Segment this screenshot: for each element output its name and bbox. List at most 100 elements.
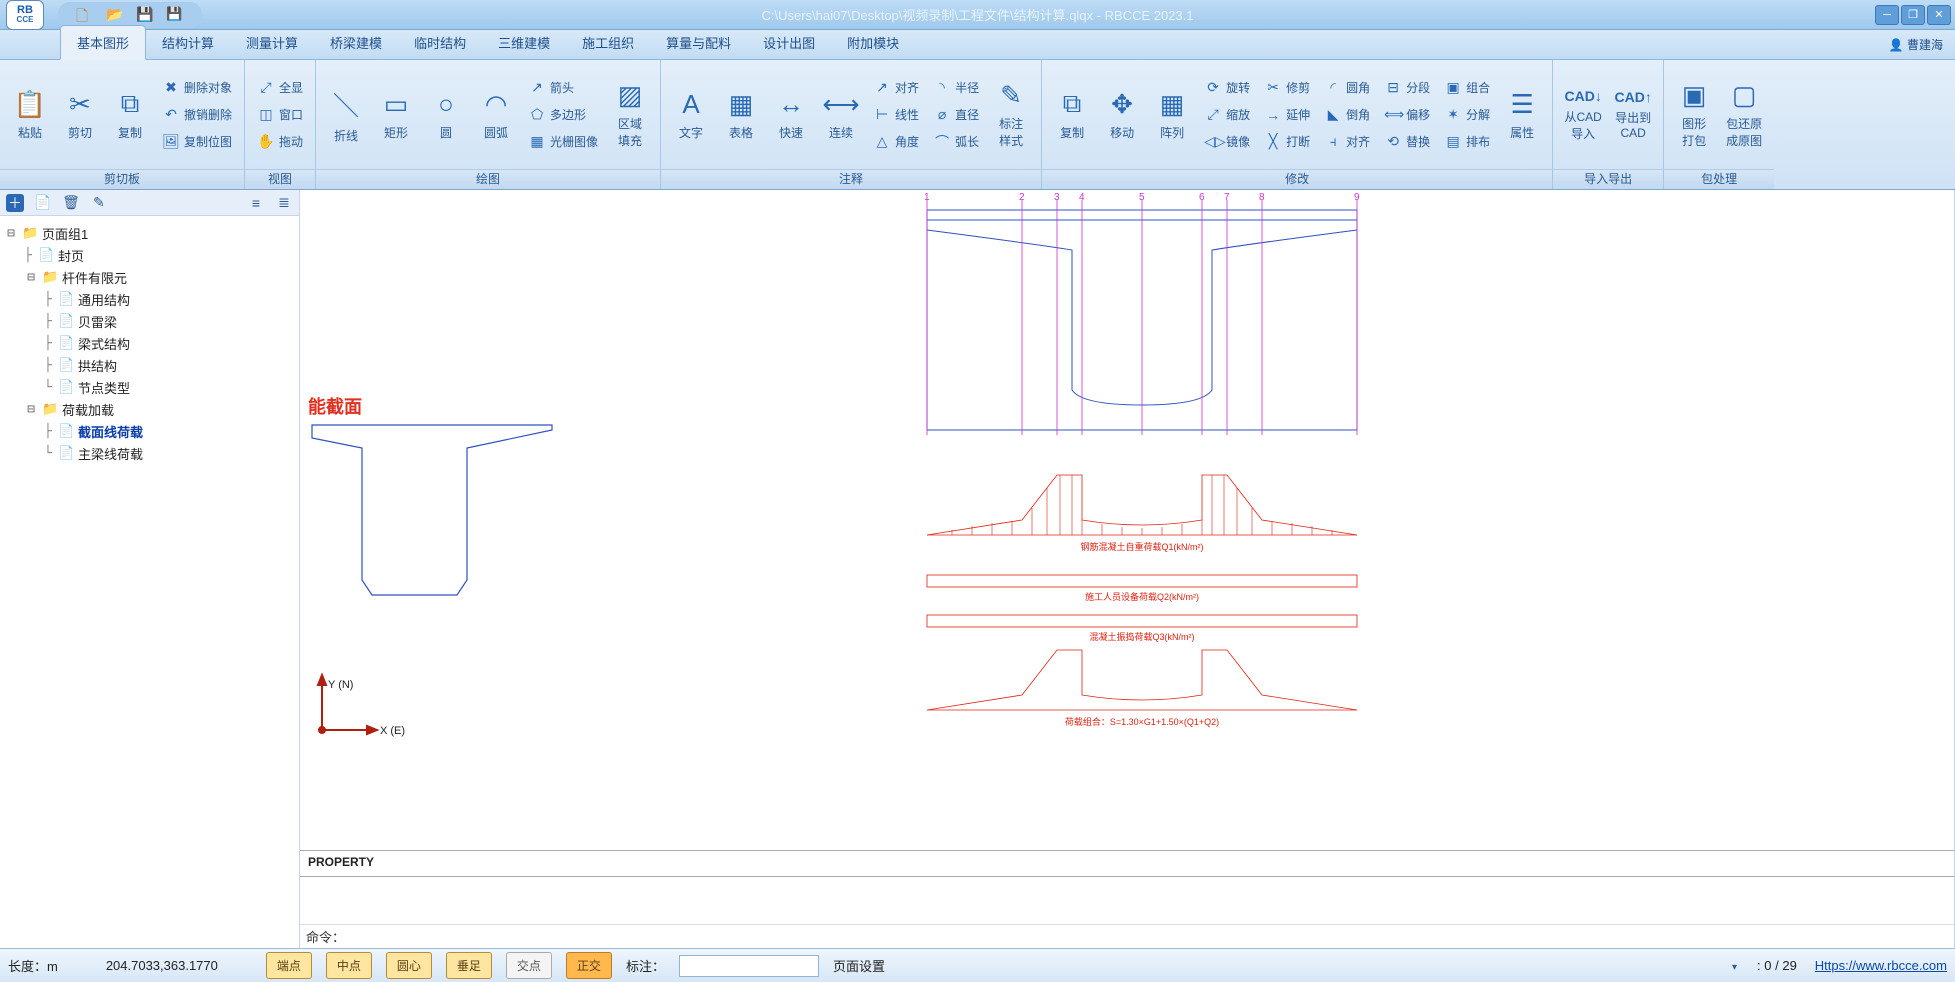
snap-center[interactable]: 圆心 (386, 952, 432, 979)
dim-radius-button[interactable]: ◝半径 (929, 76, 983, 100)
dim-diameter-button[interactable]: ⌀直径 (929, 103, 983, 127)
tree-load[interactable]: ⊟📁荷载加载 (4, 398, 295, 420)
offset-button[interactable]: ⟺偏移 (1380, 103, 1434, 127)
region-fill-button[interactable]: ▨区域 填充 (608, 74, 652, 156)
website-link[interactable]: Https://www.rbcce.com (1815, 958, 1947, 973)
annotation-input[interactable] (679, 955, 819, 977)
rotate-button[interactable]: ⟳旋转 (1200, 76, 1254, 100)
copy-button[interactable]: ⧉复制 (108, 74, 152, 156)
table-button[interactable]: ▦表格 (719, 74, 763, 156)
trim-button[interactable]: ✂修剪 (1260, 76, 1314, 100)
zoom-window-button[interactable]: ◫窗口 (253, 103, 307, 127)
rect-button[interactable]: ▭矩形 (374, 74, 418, 156)
chamfer-button[interactable]: ◣倒角 (1320, 103, 1374, 127)
scale-button[interactable]: ⤢缩放 (1200, 103, 1254, 127)
tab-addons[interactable]: 附加模块 (831, 26, 915, 59)
dim-arclength-button[interactable]: ⌒弧长 (929, 130, 983, 154)
page-settings-button[interactable]: 页面设置 (833, 956, 885, 975)
text-button[interactable]: A文字 (669, 74, 713, 156)
tree-item[interactable]: ├📄贝雷梁 (4, 310, 295, 332)
command-history[interactable] (300, 877, 1954, 924)
unpack-button[interactable]: ▢包还原 成原图 (1722, 74, 1766, 156)
tree-fem[interactable]: ⊟📁杆件有限元 (4, 266, 295, 288)
dim-linear-button[interactable]: ⊢线性 (869, 103, 923, 127)
break-button[interactable]: ╳打断 (1260, 130, 1314, 154)
pack-button[interactable]: ▣图形 打包 (1672, 74, 1716, 156)
filter-icon[interactable] (1732, 958, 1739, 973)
divide-button[interactable]: ⊟分段 (1380, 76, 1434, 100)
tree-newfolder-button[interactable]: 📄 (34, 194, 52, 212)
tab-quantity[interactable]: 算量与配料 (650, 26, 747, 59)
tree-item[interactable]: └📄节点类型 (4, 376, 295, 398)
command-input-row[interactable]: 命令： (300, 924, 1954, 948)
page-tree[interactable]: ⊟📁页面组1 ├📄封页 ⊟📁杆件有限元 ├📄通用结构 ├📄贝雷梁 ├📄梁式结构 … (0, 216, 300, 948)
arrow-button[interactable]: ↗箭头 (524, 76, 602, 100)
app-logo[interactable]: RB CCE (6, 0, 44, 30)
tree-collapse-button[interactable]: ≣ (275, 194, 293, 212)
raster-button[interactable]: ▦光栅图像 (524, 130, 602, 154)
tree-add-button[interactable]: ＋ (6, 194, 24, 212)
cut-button[interactable]: ✂剪切 (58, 74, 102, 156)
tree-item[interactable]: ├📄梁式结构 (4, 332, 295, 354)
tree-cover[interactable]: ├📄封页 (4, 244, 295, 266)
paste-button[interactable]: 📋粘贴 (8, 74, 52, 156)
import-cad-button[interactable]: CAD↓从CAD 导入 (1561, 74, 1605, 156)
tree-item[interactable]: ├📄拱结构 (4, 354, 295, 376)
delete-button[interactable]: ✖删除对象 (158, 76, 236, 100)
group-button[interactable]: ▣组合 (1440, 76, 1494, 100)
tree-delete-button[interactable]: 🗑 (62, 194, 80, 212)
copy-bitmap-button[interactable]: 🖼复制位图 (158, 130, 236, 154)
snap-ortho[interactable]: 正交 (566, 952, 612, 979)
tree-item[interactable]: ├📄通用结构 (4, 288, 295, 310)
tab-bridge-model[interactable]: 桥梁建模 (314, 26, 398, 59)
tree-item[interactable]: └📄主梁线荷载 (4, 442, 295, 464)
user-badge[interactable]: 曹建海 (1889, 36, 1943, 53)
properties-button[interactable]: ☰属性 (1500, 74, 1544, 156)
explode-button[interactable]: ✶分解 (1440, 103, 1494, 127)
arrange-button[interactable]: ▤排布 (1440, 130, 1494, 154)
save-icon[interactable] (136, 6, 154, 24)
dim-style-button[interactable]: ✎标注 样式 (989, 74, 1033, 156)
snap-intersection[interactable]: 交点 (506, 952, 552, 979)
save-as-icon[interactable] (166, 6, 184, 24)
array-button[interactable]: ▦阵列 (1150, 74, 1194, 156)
polygon-button[interactable]: ⬠多边形 (524, 103, 602, 127)
tab-basic-graphics[interactable]: 基本图形 (60, 25, 146, 60)
align-button[interactable]: ⫞对齐 (1320, 130, 1374, 154)
replace-button[interactable]: ⟲替换 (1380, 130, 1434, 154)
property-panel-header[interactable]: PROPERTY (300, 850, 1955, 876)
tab-temp-struct[interactable]: 临时结构 (398, 26, 482, 59)
tree-edit-button[interactable]: ✎ (90, 194, 108, 212)
tree-root[interactable]: ⊟📁页面组1 (4, 222, 295, 244)
minimize-button[interactable]: ─ (1875, 5, 1899, 25)
drawing-canvas[interactable]: 能截面 123456789 (300, 190, 1955, 850)
zoom-fit-button[interactable]: ⤢全显 (253, 76, 307, 100)
tab-construction[interactable]: 施工组织 (566, 26, 650, 59)
tree-item-selected[interactable]: ├📄截面线荷载 (4, 420, 295, 442)
circle-button[interactable]: ○圆 (424, 74, 468, 156)
undo-delete-button[interactable]: ↶撤销删除 (158, 103, 236, 127)
snap-perp[interactable]: 垂足 (446, 952, 492, 979)
polyline-button[interactable]: ＼折线 (324, 74, 368, 156)
extend-button[interactable]: →延伸 (1260, 103, 1314, 127)
export-cad-button[interactable]: CAD↑导出到 CAD (1611, 74, 1655, 156)
dim-align-button[interactable]: ↗对齐 (869, 76, 923, 100)
copy2-button[interactable]: ⧉复制 (1050, 74, 1094, 156)
close-button[interactable]: ✕ (1927, 5, 1951, 25)
tab-design-out[interactable]: 设计出图 (747, 26, 831, 59)
maximize-button[interactable]: ❐ (1901, 5, 1925, 25)
tab-3d-model[interactable]: 三维建模 (482, 26, 566, 59)
move-button[interactable]: ✥移动 (1100, 74, 1144, 156)
new-file-icon[interactable] (76, 6, 94, 24)
tree-expand-button[interactable]: ≡ (247, 194, 265, 212)
snap-midpoint[interactable]: 中点 (326, 952, 372, 979)
open-file-icon[interactable] (106, 6, 124, 24)
snap-endpoint[interactable]: 端点 (266, 952, 312, 979)
arc-button[interactable]: ◠圆弧 (474, 74, 518, 156)
pan-button[interactable]: ✋拖动 (253, 130, 307, 154)
dim-quick-button[interactable]: ↔快速 (769, 74, 813, 156)
dim-angle-button[interactable]: △角度 (869, 130, 923, 154)
mirror-button[interactable]: ◁▷镜像 (1200, 130, 1254, 154)
dim-continue-button[interactable]: ⟷连续 (819, 74, 863, 156)
tab-measure-calc[interactable]: 测量计算 (230, 26, 314, 59)
